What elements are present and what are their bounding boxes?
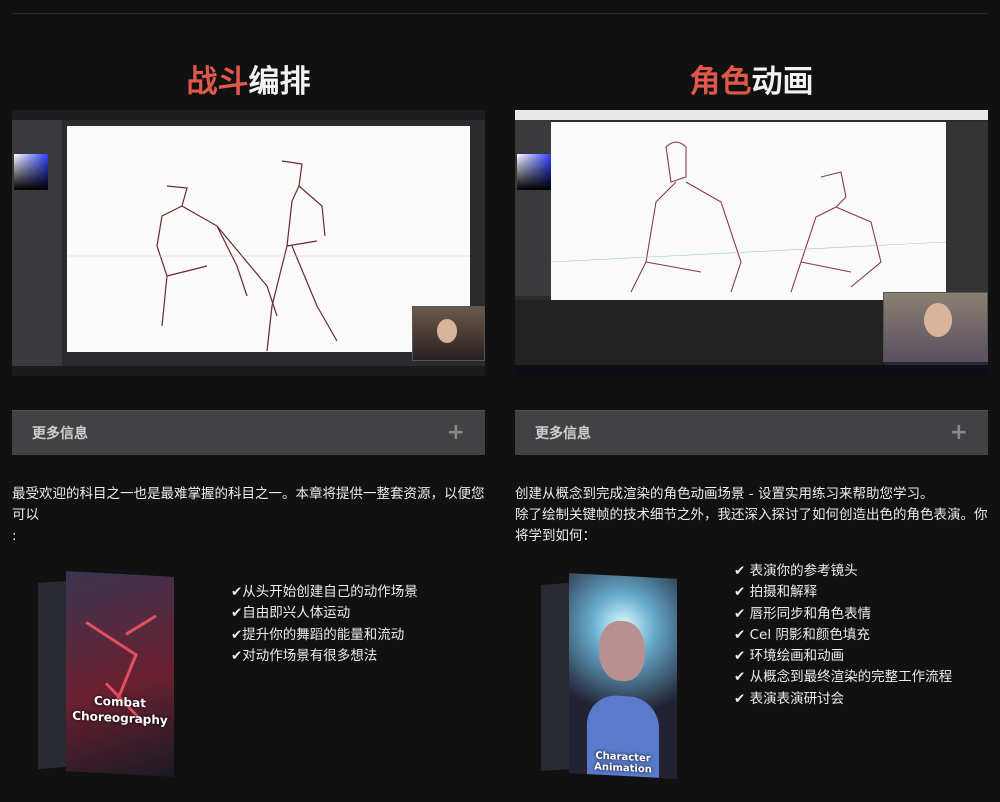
drawing-app-screenshot [12,110,485,376]
more-info-button[interactable]: 更多信息 + [12,410,485,455]
feature-list: ✔从头开始创建自己的动作场景 ✔自由即兴人体运动 ✔提升你的舞蹈的能量和流动 ✔对动作… [231,584,418,664]
plus-icon: + [949,420,968,445]
timeline [515,300,885,366]
webcam-feed [412,306,485,361]
sketch-figures [67,160,470,352]
more-info-button[interactable]: 更多信息 + [515,410,988,455]
product-box-combat: Combat Choreography [38,571,174,777]
sketch-figures [551,141,946,293]
divider [12,13,988,14]
section-description: 最受欢迎的科目之一也是最难掌握的科目之一。本章将提供一整套资源，以便您可以: [12,486,485,544]
feature-list: ✔ 表演你的参考镜头 ✔ 拍摄和解释 ✔ 唇形同步和角色表情 ✔ Cel 阴影和颜色填… [734,563,953,707]
product-box-character: Character Animation [541,573,677,779]
section-title: 角色动画 [689,64,814,100]
color-palette [14,154,48,190]
animation-app-screenshot [515,110,988,376]
section-title: 战斗编排 [186,64,311,100]
plus-icon: + [446,420,465,445]
webcam-feed [883,292,988,362]
section-description: 创建从概念到完成渲染的角色动画场景 - 设置实用练习来帮助您学习。 除了绘制关键帧… [515,486,988,544]
